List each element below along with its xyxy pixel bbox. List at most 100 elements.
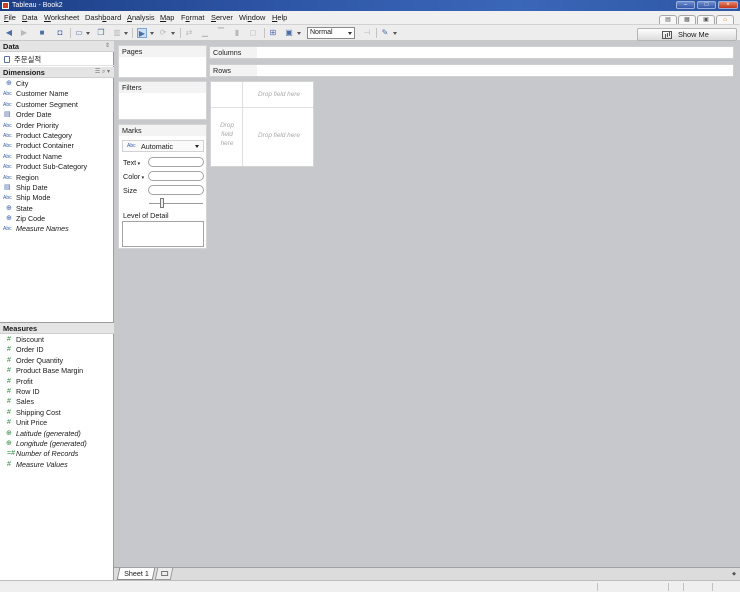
field-item[interactable]: ⊕ City (0, 79, 114, 89)
fit-dropdown-icon[interactable] (297, 32, 301, 35)
new-worksheet-tab[interactable] (154, 568, 174, 580)
menu-analysis[interactable]: Analysis (127, 13, 155, 22)
drop-field-columns-zone[interactable]: Drop field here (247, 90, 311, 99)
mark-type-select[interactable]: Abc Automatic (122, 140, 204, 152)
automatic-updates-icon[interactable]: ▶ (137, 28, 147, 38)
presentation-mode-icon[interactable]: ⊞ (268, 28, 278, 38)
field-item[interactable]: Abc Product Container (0, 141, 114, 151)
collapse-pane-icon[interactable]: ⇕ (105, 41, 110, 52)
highlight-dropdown-icon[interactable] (393, 32, 397, 35)
highlight-icon[interactable]: ✎ (380, 28, 390, 38)
field-item[interactable]: # Order Quantity (0, 356, 114, 366)
show-me-button[interactable]: Show Me (637, 28, 737, 41)
clear-sheet-icon[interactable]: ▥ (112, 28, 122, 38)
field-item[interactable]: Abc Order Priority (0, 121, 114, 131)
minimize-button[interactable]: – (676, 1, 695, 9)
field-item[interactable]: # Order ID (0, 345, 114, 355)
size-slider-thumb[interactable] (160, 198, 164, 208)
text-property-label: Text (123, 158, 137, 167)
color-property-button[interactable]: Color ▾ (123, 172, 144, 183)
tab-scroll-icon[interactable]: ◆ (732, 571, 736, 577)
maximize-button[interactable]: □ (697, 1, 716, 9)
field-item[interactable]: ⊕ Zip Code (0, 214, 114, 224)
run-update-dropdown-icon[interactable] (171, 32, 175, 35)
menu-file[interactable]: File (4, 13, 16, 22)
show-mark-labels-icon[interactable]: ◻ (248, 28, 258, 38)
tab-sheet-1[interactable]: Sheet 1 (116, 568, 156, 580)
fix-axes-icon[interactable]: ⊣ (362, 28, 372, 38)
menu-format[interactable]: Format (181, 13, 204, 22)
field-item[interactable]: ⊕ Longitude (generated) (0, 439, 114, 449)
duplicate-sheet-icon[interactable]: ❐ (96, 28, 106, 38)
fit-select[interactable]: Normal (307, 27, 355, 39)
undo-icon[interactable]: ◀ (4, 28, 14, 38)
menu-data[interactable]: Data (22, 13, 38, 22)
connect-data-icon[interactable]: ◘ (55, 28, 65, 38)
sort-descending-icon[interactable]: ▔ (216, 28, 226, 38)
run-update-icon[interactable]: ⟳ (158, 28, 168, 38)
pages-card[interactable]: Pages (118, 45, 207, 78)
menu-window[interactable]: Window (239, 13, 265, 22)
sort-ascending-icon[interactable]: ▁ (200, 28, 210, 38)
field-item[interactable]: Abc Measure Names (0, 224, 114, 234)
group-members-icon[interactable]: ▮ (232, 28, 242, 38)
level-of-detail-drop-field[interactable] (122, 221, 204, 247)
field-item[interactable]: Abc Customer Segment (0, 100, 114, 110)
filters-card[interactable]: Filters (118, 81, 207, 120)
field-item[interactable]: ▤ Order Date (0, 110, 114, 120)
field-item[interactable]: ⊕ Latitude (generated) (0, 429, 114, 439)
dimensions-tools-icon[interactable]: ☰ ⌕ ▾ (95, 67, 110, 78)
worksheet-view-icon[interactable]: ▦ (678, 15, 696, 24)
rows-shelf[interactable]: Rows (209, 64, 734, 77)
new-sheet-icon[interactable]: ▭ (74, 28, 84, 38)
swap-rows-columns-icon[interactable]: ⇄ (184, 28, 194, 38)
field-item[interactable]: Abc Product Name (0, 152, 114, 162)
field-item[interactable]: # Sales (0, 397, 114, 407)
redo-icon[interactable]: ▶ (19, 28, 29, 38)
abc-type-icon: Abc (3, 195, 12, 202)
field-item[interactable]: # Measure Values (0, 460, 114, 470)
field-item[interactable]: # Row ID (0, 387, 114, 397)
measures-header: Measures (0, 323, 114, 334)
menu-help[interactable]: Help (272, 13, 287, 22)
dashboard-view-icon[interactable]: ▣ (697, 15, 715, 24)
data-pane: Data ⇕ 주문실적 Dimensions ☰ ⌕ ▾ ⊕ City Abc Cus… (0, 41, 114, 580)
date-type-icon: ▤ (4, 183, 11, 191)
text-drop-field[interactable] (148, 157, 204, 167)
save-icon[interactable]: ■ (37, 28, 47, 38)
field-item[interactable]: # Profit (0, 377, 114, 387)
field-item[interactable]: Abc Product Category (0, 131, 114, 141)
new-sheet-dropdown-icon[interactable] (86, 32, 90, 35)
field-item[interactable]: =# Number of Records (0, 449, 114, 459)
fit-icon[interactable]: ▣ (284, 28, 294, 38)
datasource-item[interactable]: 주문실적 (0, 53, 114, 66)
size-drop-field[interactable] (148, 185, 204, 195)
measures-list: # Discount # Order ID # Order Quantity # Produc… (0, 335, 114, 470)
field-item[interactable]: ⊕ State (0, 204, 114, 214)
clear-dropdown-icon[interactable] (124, 32, 128, 35)
field-item[interactable]: # Product Base Margin (0, 366, 114, 376)
menu-worksheet[interactable]: Worksheet (44, 13, 79, 22)
columns-shelf[interactable]: Columns (209, 46, 734, 59)
fit-select-value: Normal (310, 29, 333, 36)
field-item[interactable]: # Discount (0, 335, 114, 345)
abc-type-icon: Abc (3, 101, 12, 108)
field-item[interactable]: # Unit Price (0, 418, 114, 428)
menu-map[interactable]: Map (160, 13, 174, 22)
drop-field-view-zone[interactable]: Drop field here (247, 131, 311, 140)
menu-dashboard[interactable]: Dashboard (85, 13, 121, 22)
field-item[interactable]: # Shipping Cost (0, 408, 114, 418)
drop-field-rows-zone[interactable]: Drop field here (215, 121, 239, 148)
data-source-view-icon[interactable]: ▤ (659, 15, 677, 24)
color-drop-field[interactable] (148, 171, 204, 181)
automatic-updates-dropdown-icon[interactable] (150, 32, 154, 35)
field-item[interactable]: Abc Product Sub-Category (0, 162, 114, 172)
menu-server[interactable]: Server (211, 13, 233, 22)
home-view-icon[interactable]: ⌂ (716, 15, 734, 24)
close-button[interactable]: × (718, 1, 738, 9)
text-property-button[interactable]: Text ▾ (123, 158, 140, 169)
field-item[interactable]: Abc Customer Name (0, 89, 114, 99)
field-item[interactable]: ▤ Ship Date (0, 183, 114, 193)
field-item[interactable]: Abc Ship Mode (0, 193, 114, 203)
field-item[interactable]: Abc Region (0, 173, 114, 183)
